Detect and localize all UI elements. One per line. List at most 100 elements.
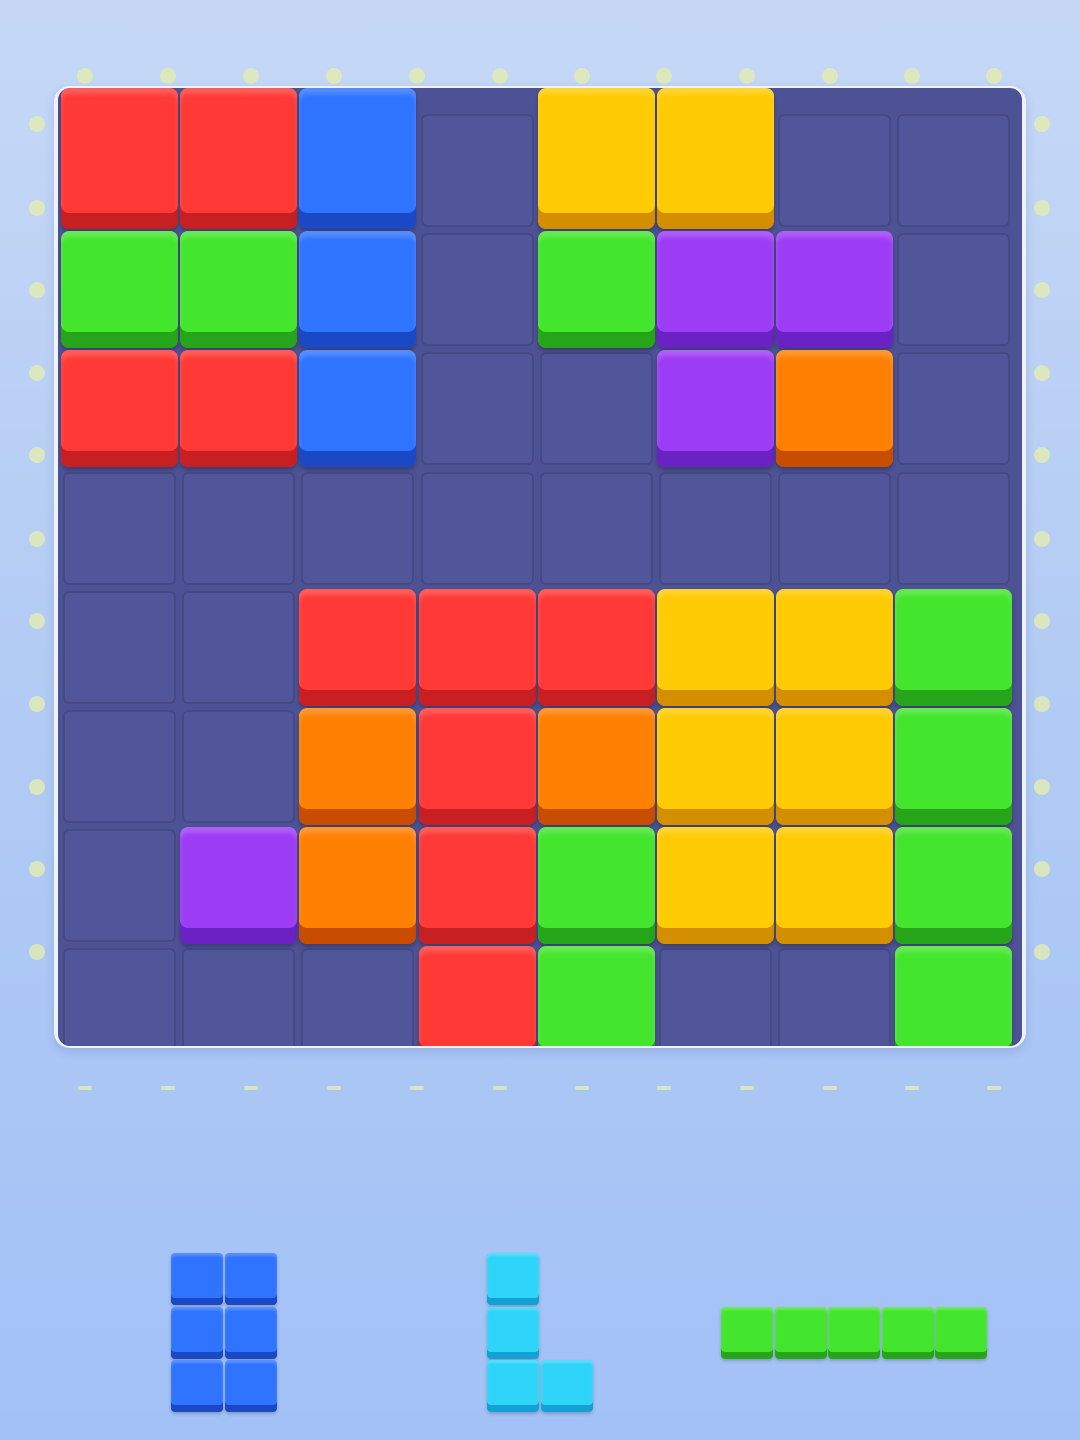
- light-dash: [740, 1086, 754, 1090]
- light-dot: [160, 68, 176, 84]
- board-block-orange: [537, 708, 655, 825]
- light-dash: [244, 1086, 258, 1090]
- piece-tile: [487, 1360, 539, 1412]
- board-block-orange: [299, 827, 417, 945]
- board-cell-empty[interactable]: [659, 948, 772, 1046]
- light-dot: [29, 282, 45, 298]
- board-block-green: [180, 231, 298, 349]
- board-cell-empty[interactable]: [63, 829, 176, 943]
- board-block-red: [418, 827, 536, 945]
- board-cell-empty[interactable]: [778, 114, 892, 227]
- board-cell-empty[interactable]: [182, 948, 296, 1046]
- piece-tile: [171, 1253, 223, 1305]
- light-dot: [243, 68, 259, 84]
- board-block-purple: [180, 827, 298, 945]
- board-cell-empty[interactable]: [897, 471, 1011, 585]
- board-cell-empty[interactable]: [897, 352, 1011, 466]
- piece-tile: [171, 1306, 223, 1359]
- board-block-green: [895, 588, 1013, 706]
- board-cell-empty[interactable]: [182, 590, 296, 704]
- piece-tile: [487, 1253, 539, 1305]
- piece-tile: [828, 1307, 880, 1359]
- board-cell-empty[interactable]: [420, 233, 534, 347]
- light-dash: [823, 1086, 837, 1090]
- board-cell-empty[interactable]: [897, 233, 1011, 347]
- board-block-purple: [776, 231, 894, 349]
- board-block-red: [418, 588, 536, 706]
- board-cell-empty[interactable]: [897, 114, 1011, 227]
- light-dot: [29, 944, 45, 960]
- game-board[interactable]: [58, 88, 1022, 1046]
- light-dot: [29, 447, 45, 463]
- light-dot: [986, 68, 1002, 84]
- board-block-red: [180, 88, 298, 230]
- light-dot: [326, 68, 342, 84]
- board-block-yellow: [537, 88, 655, 230]
- piece-tile: [881, 1307, 934, 1359]
- board-cell-empty[interactable]: [63, 948, 176, 1046]
- piece-tile: [540, 1360, 593, 1412]
- light-dash: [905, 1086, 919, 1090]
- board-block-yellow: [657, 588, 774, 706]
- light-dash: [78, 1086, 92, 1090]
- light-dot: [1034, 613, 1050, 629]
- board-cell-empty[interactable]: [539, 471, 653, 585]
- board-block-red: [61, 88, 178, 230]
- piece-tile: [224, 1360, 277, 1412]
- piece-tile: [224, 1306, 277, 1359]
- board-block-green: [895, 827, 1013, 945]
- board-cell-empty[interactable]: [539, 352, 653, 466]
- light-dot: [29, 116, 45, 132]
- board-block-red: [299, 588, 417, 706]
- board-cell-empty[interactable]: [182, 471, 296, 585]
- board-block-green: [895, 708, 1013, 825]
- light-dot: [1034, 944, 1050, 960]
- piece-tile: [935, 1307, 987, 1359]
- board-block-yellow: [776, 827, 894, 945]
- piece-tile: [774, 1307, 827, 1359]
- board-block-red: [180, 350, 298, 468]
- light-dash: [327, 1086, 341, 1090]
- board-cell-empty[interactable]: [420, 471, 534, 585]
- light-dot: [904, 68, 920, 84]
- light-dot: [1034, 365, 1050, 381]
- light-dot: [1034, 531, 1050, 547]
- light-dot: [1034, 116, 1050, 132]
- light-dot: [29, 531, 45, 547]
- light-dot: [574, 68, 590, 84]
- board-cell-empty[interactable]: [63, 710, 176, 823]
- light-dash: [657, 1086, 671, 1090]
- board-block-red: [418, 708, 536, 825]
- light-dot: [1034, 696, 1050, 712]
- board-block-green: [61, 231, 178, 349]
- light-dot: [29, 861, 45, 877]
- board-block-purple: [657, 231, 774, 349]
- board-block-blue: [299, 231, 417, 349]
- board-cell-empty[interactable]: [182, 710, 296, 823]
- board-block-red: [418, 946, 536, 1046]
- light-dash: [161, 1086, 175, 1090]
- light-dot: [1034, 861, 1050, 877]
- board-block-green: [537, 231, 655, 349]
- board-cell-empty[interactable]: [63, 471, 176, 585]
- light-dot: [29, 365, 45, 381]
- board-block-blue: [299, 350, 417, 468]
- piece-tile: [224, 1253, 277, 1305]
- board-cell-empty[interactable]: [420, 114, 534, 227]
- board-block-yellow: [657, 708, 774, 825]
- board-block-orange: [299, 708, 417, 825]
- board-cell-empty[interactable]: [778, 948, 892, 1046]
- board-cell-empty[interactable]: [659, 471, 772, 585]
- light-dot: [29, 696, 45, 712]
- light-dot: [492, 68, 508, 84]
- board-cell-empty[interactable]: [301, 948, 415, 1046]
- light-dot: [739, 68, 755, 84]
- board-cell-empty[interactable]: [63, 590, 176, 704]
- board-cell-empty[interactable]: [301, 471, 415, 585]
- board-cell-empty[interactable]: [420, 352, 534, 466]
- piece-tile: [487, 1306, 539, 1359]
- board-cell-empty[interactable]: [778, 471, 892, 585]
- light-dot: [29, 779, 45, 795]
- board-block-orange: [776, 350, 894, 468]
- board-block-purple: [657, 350, 774, 468]
